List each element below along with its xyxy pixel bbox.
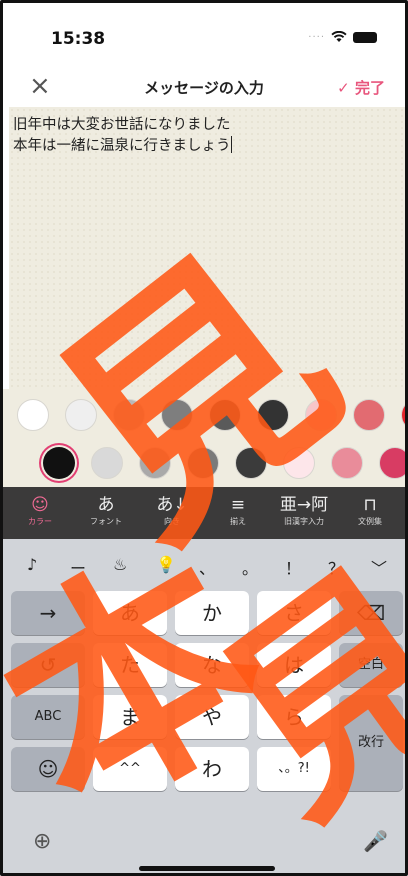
color-swatch[interactable] (139, 447, 171, 479)
done-button[interactable]: ✓ 完了 (337, 77, 385, 98)
status-time: 15:38 (51, 29, 106, 49)
globe-icon[interactable]: ⊕ (33, 829, 51, 854)
key-ka[interactable]: か (175, 591, 249, 635)
color-row-1 (3, 395, 405, 435)
home-indicator (139, 866, 275, 871)
arrow-key[interactable]: → (11, 591, 85, 635)
toolbar-label: 向き (164, 517, 180, 526)
kanji-icon: 亜→阿 (279, 495, 329, 515)
candidate-item[interactable]: ー (70, 555, 86, 579)
toolbar-label: 文例集 (358, 517, 382, 526)
color-swatch[interactable] (305, 399, 337, 431)
candidate-item[interactable]: ！ (285, 555, 301, 579)
done-label: 完了 (354, 79, 385, 97)
color-swatch[interactable] (43, 447, 75, 479)
color-swatch[interactable] (209, 399, 241, 431)
status-indicators: ···· (308, 31, 377, 43)
toolbar-label: カラー (28, 517, 52, 526)
space-key[interactable]: 空白 (339, 643, 403, 687)
signal-icon: ···· (308, 31, 325, 43)
key-a[interactable]: あ (93, 591, 167, 635)
text-cursor (230, 136, 232, 153)
palette-icon: ☺ (31, 495, 49, 515)
toolbar-dictionary-button[interactable]: ⊓ 文例集 (341, 487, 399, 539)
color-swatch[interactable] (401, 399, 405, 431)
toolbar-kanji-button[interactable]: 亜→阿旧漢字入力 (275, 487, 333, 539)
wifi-icon (331, 31, 347, 43)
check-icon: ✓ (337, 79, 350, 97)
toolbar-label: 揃え (230, 517, 246, 526)
edit-toolbar: ☺ カラー あフォント あ↓ 向き ≡ 揃え 亜→阿旧漢字入力 ⊓ 文例集 (3, 487, 405, 539)
backspace-key[interactable]: ⌫ (339, 591, 403, 635)
mic-icon[interactable]: 🎤 (363, 829, 388, 853)
color-row-2 (3, 443, 405, 483)
toolbar-palette-button[interactable]: ☺ カラー (11, 487, 69, 539)
toolbar-align-button[interactable]: ≡ 揃え (209, 487, 267, 539)
color-swatch[interactable] (113, 399, 145, 431)
color-swatch[interactable] (161, 399, 193, 431)
candidate-item[interactable]: ♨ (113, 555, 127, 574)
key-ra[interactable]: ら (257, 695, 331, 739)
toolbar-label: フォント (90, 517, 122, 526)
color-swatch[interactable] (353, 399, 385, 431)
toolbar-direction-button[interactable]: あ↓ 向き (143, 487, 201, 539)
color-swatch[interactable] (91, 447, 123, 479)
message-line: 本年は一緒に温泉に行きましょう (13, 136, 232, 154)
undo-key[interactable]: ↺ (11, 643, 85, 687)
color-swatch[interactable] (235, 447, 267, 479)
candidate-item[interactable]: 💡 (156, 555, 176, 574)
candidate-item[interactable]: ﹀ (371, 555, 387, 579)
dictionary-icon: ⊓ (363, 495, 377, 515)
align-icon: ≡ (230, 495, 246, 515)
abc-key[interactable]: ABC (11, 695, 85, 739)
color-swatch[interactable] (187, 447, 219, 479)
color-swatch[interactable] (331, 447, 363, 479)
color-swatch[interactable] (65, 399, 97, 431)
toolbar-font-button[interactable]: あフォント (77, 487, 135, 539)
key-ta[interactable]: た (93, 643, 167, 687)
key-wa[interactable]: わ (175, 747, 249, 791)
phone-screen: 15:38 ···· × メッセージの入力 ✓ 完了 旧年中は大変お世話になりま… (0, 0, 408, 876)
emoji-key[interactable]: ☺ (11, 747, 85, 791)
key-ma[interactable]: ま (93, 695, 167, 739)
enter-key[interactable]: 改行 (339, 695, 403, 791)
battery-icon (353, 31, 377, 43)
nav-bar: × メッセージの入力 ✓ 完了 (3, 67, 405, 107)
message-editor[interactable]: 旧年中は大変お世話になりました 本年は一緒に温泉に行きましょう (9, 107, 405, 389)
key-ha[interactable]: は (257, 643, 331, 687)
candidate-item[interactable]: ♪ (27, 555, 37, 574)
color-palette (3, 389, 405, 487)
font-icon: あ (97, 495, 115, 515)
toolbar-label: 旧漢字入力 (284, 517, 324, 526)
key-na[interactable]: な (175, 643, 249, 687)
message-line: 旧年中は大変お世話になりました (13, 117, 231, 133)
punctuation-key[interactable]: 、。?! (257, 747, 331, 791)
candidate-item[interactable]: 。 (242, 555, 258, 579)
status-bar: 15:38 ···· (3, 3, 405, 69)
key-ya[interactable]: や (175, 695, 249, 739)
color-swatch[interactable] (283, 447, 315, 479)
keyboard: ♪ ー ♨ 💡 、 。 ！ ？ ﹀ → あ か さ ⌫ ↺ た な は 空白 ABC ま や ら… (3, 539, 405, 873)
dakuten-key[interactable]: ^^ (93, 747, 167, 791)
color-swatch[interactable] (17, 399, 49, 431)
direction-icon: あ↓ (156, 495, 188, 515)
candidate-bar: ♪ ー ♨ 💡 、 。 ！ ？ ﹀ (3, 539, 405, 589)
candidate-item[interactable]: ？ (328, 555, 344, 579)
key-sa[interactable]: さ (257, 591, 331, 635)
candidate-item[interactable]: 、 (199, 555, 215, 579)
color-swatch[interactable] (379, 447, 405, 479)
color-swatch[interactable] (257, 399, 289, 431)
